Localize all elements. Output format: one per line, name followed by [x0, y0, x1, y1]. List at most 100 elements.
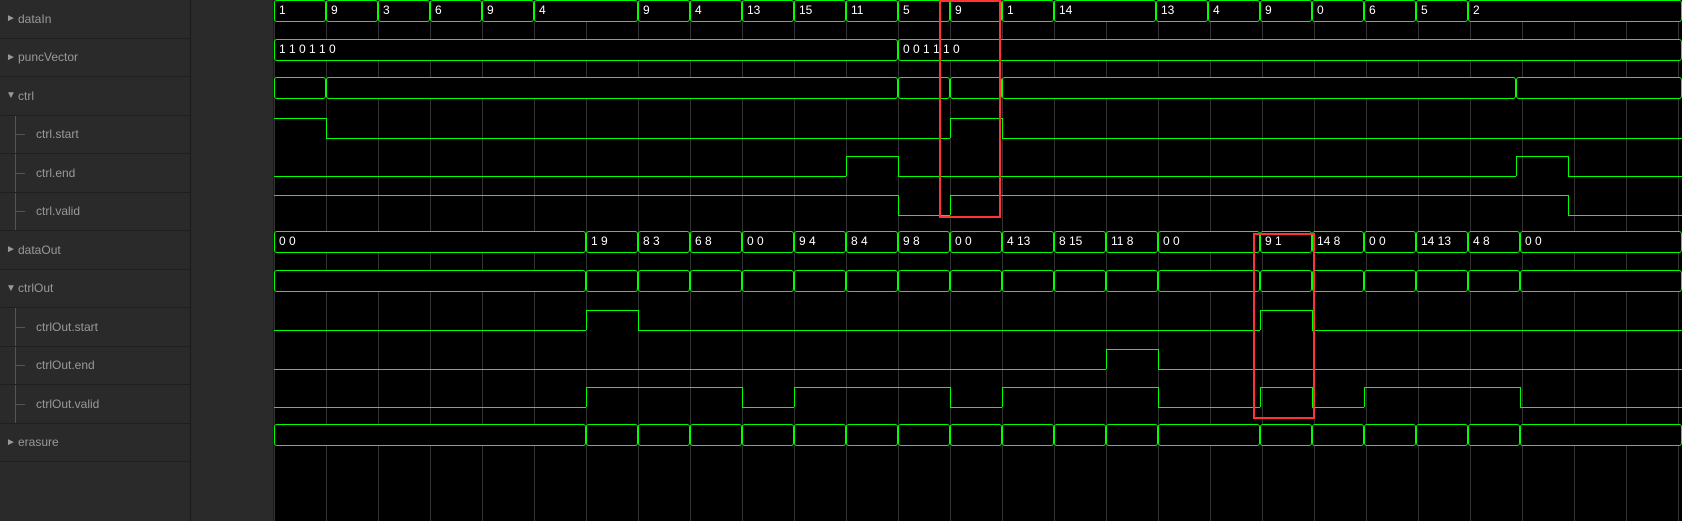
- bus-segment: 9: [482, 0, 534, 22]
- expand-arrow-icon[interactable]: ►: [6, 244, 15, 255]
- bus-segment: 4 8: [1468, 231, 1520, 253]
- waveform-viewer[interactable]: 1936949413151159114134906521 1 0 1 1 00 …: [274, 0, 1682, 521]
- bus-segment: 1: [1002, 0, 1054, 22]
- bus-segment: 4: [690, 0, 742, 22]
- lane-ctrlOut-end: [274, 347, 1682, 386]
- lane-ctrlOut-valid: [274, 385, 1682, 424]
- bus-segment: [898, 424, 950, 446]
- signal-row-dataIn[interactable]: ►dataIn: [0, 0, 190, 39]
- bus-segment: [742, 424, 794, 446]
- signal-row-ctrl[interactable]: ▼ctrl: [0, 77, 190, 116]
- bus-segment: [1312, 424, 1364, 446]
- bus-segment: 6: [430, 0, 482, 22]
- signal-list: ►dataIn►puncVector▼ctrlctrl.startctrl.en…: [0, 0, 190, 521]
- bus-segment: 9: [638, 0, 690, 22]
- bus-segment: 8 3: [638, 231, 690, 253]
- bus-segment: [742, 270, 794, 292]
- bus-segment: [1468, 270, 1520, 292]
- signal-row-ctrl-valid[interactable]: ctrl.valid: [0, 193, 190, 232]
- signal-row-dataOut[interactable]: ►dataOut: [0, 231, 190, 270]
- bus-segment: [1002, 424, 1054, 446]
- bus-segment: 9 8: [898, 231, 950, 253]
- bus-segment: 2: [1468, 0, 1682, 22]
- bus-segment: 4: [534, 0, 638, 22]
- bus-segment: [638, 270, 690, 292]
- bus-segment: 11: [846, 0, 898, 22]
- bus-segment: 6: [1364, 0, 1416, 22]
- bus-segment: 0 0: [950, 231, 1002, 253]
- bus-segment: [690, 270, 742, 292]
- bus-segment: [1416, 424, 1468, 446]
- bus-segment: [1106, 424, 1158, 446]
- bus-segment: 8 15: [1054, 231, 1106, 253]
- bus-segment: 0 0 1 1 1 0: [898, 39, 1682, 61]
- lane-ctrl-valid: [274, 193, 1682, 232]
- bus-segment: [1516, 77, 1682, 99]
- bus-segment: 9 1: [1260, 231, 1312, 253]
- bus-segment: [1260, 424, 1312, 446]
- value-gutter: [190, 0, 274, 521]
- bus-segment: [690, 424, 742, 446]
- signal-row-ctrlOut-valid[interactable]: ctrlOut.valid: [0, 385, 190, 424]
- bus-segment: [1158, 270, 1260, 292]
- bus-segment: [950, 424, 1002, 446]
- bus-segment: 13: [1156, 0, 1208, 22]
- bus-segment: [274, 270, 586, 292]
- bus-segment: 1 1 0 1 1 0: [274, 39, 898, 61]
- bus-segment: 0 0: [274, 231, 586, 253]
- bus-segment: 9 4: [794, 231, 846, 253]
- bus-segment: [1520, 424, 1682, 446]
- signal-row-erasure[interactable]: ►erasure: [0, 424, 190, 463]
- bus-segment: 0 0: [1158, 231, 1260, 253]
- bus-segment: 0 0: [1364, 231, 1416, 253]
- bus-segment: [846, 270, 898, 292]
- bus-segment: [1520, 270, 1682, 292]
- bus-segment: 14: [1054, 0, 1156, 22]
- bus-segment: 9: [950, 0, 1002, 22]
- bus-segment: [1364, 270, 1416, 292]
- bus-segment: 4: [1208, 0, 1260, 22]
- bus-segment: [274, 424, 586, 446]
- signal-row-ctrl-end[interactable]: ctrl.end: [0, 154, 190, 193]
- signal-row-ctrlOut-start[interactable]: ctrlOut.start: [0, 308, 190, 347]
- bus-segment: 13: [742, 0, 794, 22]
- bus-segment: 15: [794, 0, 846, 22]
- expand-arrow-icon[interactable]: ▼: [6, 283, 15, 294]
- bus-segment: 14 8: [1312, 231, 1364, 253]
- bus-segment: [898, 270, 950, 292]
- bus-segment: 0: [1312, 0, 1364, 22]
- signal-row-puncVector[interactable]: ►puncVector: [0, 39, 190, 78]
- bus-segment: [326, 77, 898, 99]
- bus-segment: 11 8: [1106, 231, 1158, 253]
- bus-segment: [1002, 77, 1516, 99]
- lane-ctrl-end: [274, 154, 1682, 193]
- bus-segment: 5: [1416, 0, 1468, 22]
- lane-ctrlOut: [274, 270, 1682, 309]
- bus-segment: 0 0: [1520, 231, 1682, 253]
- signal-row-ctrl-start[interactable]: ctrl.start: [0, 116, 190, 155]
- expand-arrow-icon[interactable]: ►: [6, 13, 15, 24]
- bus-segment: 5: [898, 0, 950, 22]
- lane-ctrl-start: [274, 116, 1682, 155]
- expand-arrow-icon[interactable]: ►: [6, 52, 15, 63]
- expand-arrow-icon[interactable]: ▼: [6, 90, 15, 101]
- bus-segment: 0 0: [742, 231, 794, 253]
- bus-segment: 3: [378, 0, 430, 22]
- bus-segment: 14 13: [1416, 231, 1468, 253]
- bus-segment: [794, 424, 846, 446]
- lane-ctrlOut-start: [274, 308, 1682, 347]
- bus-segment: [794, 270, 846, 292]
- expand-arrow-icon[interactable]: ►: [6, 437, 15, 448]
- bus-segment: [898, 77, 950, 99]
- signal-row-ctrlOut[interactable]: ▼ctrlOut: [0, 270, 190, 309]
- bus-segment: [1260, 270, 1312, 292]
- lane-dataOut: 0 01 98 36 80 09 48 49 80 04 138 1511 80…: [274, 231, 1682, 270]
- bus-segment: [586, 424, 638, 446]
- bus-segment: [586, 270, 638, 292]
- bus-segment: [1054, 270, 1106, 292]
- bus-segment: 4 13: [1002, 231, 1054, 253]
- bus-segment: 6 8: [690, 231, 742, 253]
- signal-row-ctrlOut-end[interactable]: ctrlOut.end: [0, 347, 190, 386]
- bus-segment: 1: [274, 0, 326, 22]
- lane-erasure: [274, 424, 1682, 463]
